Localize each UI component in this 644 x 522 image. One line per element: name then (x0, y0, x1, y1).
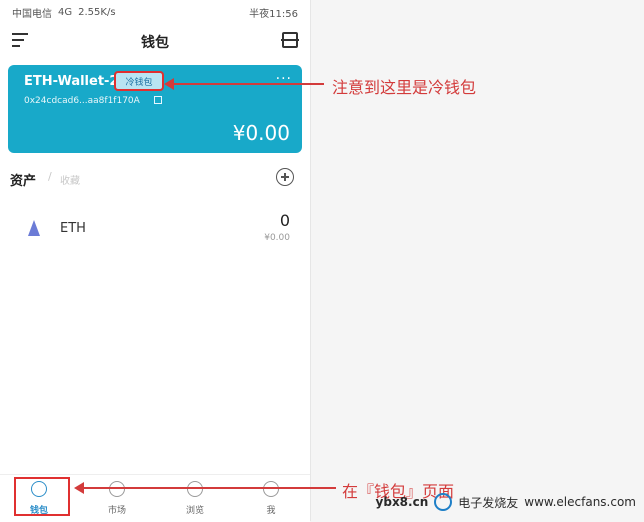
time: 半夜11:56 (249, 8, 298, 20)
wallet-tab-highlight (14, 477, 70, 516)
annotation-arrow-top (164, 78, 324, 90)
wallet-balance: ¥0.00 (232, 121, 290, 145)
browse-icon (187, 481, 203, 497)
page-title: 钱包 (141, 35, 169, 51)
chart-icon (109, 481, 125, 497)
watermark-domain: www.elecfans.com (524, 495, 636, 509)
wallet-card[interactable]: ETH-Wallet-2 冷钱包 ··· 0x24cdcad6...aa8f1f… (8, 65, 302, 153)
cold-wallet-badge: 冷钱包 (114, 71, 164, 91)
nav-profile-label: 我 (266, 506, 276, 516)
asset-name: ETH (60, 221, 86, 236)
watermark: ybx8.cn 电子发烧友 www.elecfans.com (376, 493, 636, 511)
annotation-top: 注意到这里是冷钱包 (332, 78, 477, 97)
header: 钱包 (0, 26, 310, 56)
phone-screen: 中国电信 4G 2.55K/s 半夜11:56 钱包 ETH-Wallet-2 … (0, 0, 311, 522)
watermark-brand: 电子发烧友 (458, 495, 519, 510)
scan-icon[interactable] (281, 32, 299, 48)
status-bar: 中国电信 4G 2.55K/s 半夜11:56 (0, 0, 310, 24)
assets-header: 资产 / 收藏 (10, 168, 300, 190)
watermark-logo-icon (434, 493, 453, 511)
add-asset-icon[interactable] (276, 168, 294, 186)
carrier: 中国电信 (12, 8, 52, 20)
watermark-site: ybx8.cn (375, 495, 429, 509)
speed: 2.55K/s (78, 6, 116, 18)
profile-icon (263, 481, 279, 497)
wallet-address: 0x24cdcad6...aa8f1f170A (24, 96, 140, 106)
tab-separator: / (48, 170, 52, 183)
favorites-tab[interactable]: 收藏 (60, 172, 80, 187)
qr-icon[interactable] (154, 96, 162, 104)
asset-row-eth[interactable]: ETH 0 ¥0.00 (10, 208, 300, 248)
nav-browse-label: 浏览 (185, 506, 204, 516)
nav-market-label: 市场 (107, 506, 126, 516)
network: 4G (58, 6, 73, 18)
asset-value: ¥0.00 (264, 233, 290, 243)
asset-amount: 0 (279, 211, 290, 230)
annotation-arrow-bottom (74, 482, 336, 494)
assets-tab[interactable]: 资产 (10, 170, 36, 189)
wallet-name: ETH-Wallet-2 (24, 74, 119, 89)
eth-icon (28, 220, 40, 236)
